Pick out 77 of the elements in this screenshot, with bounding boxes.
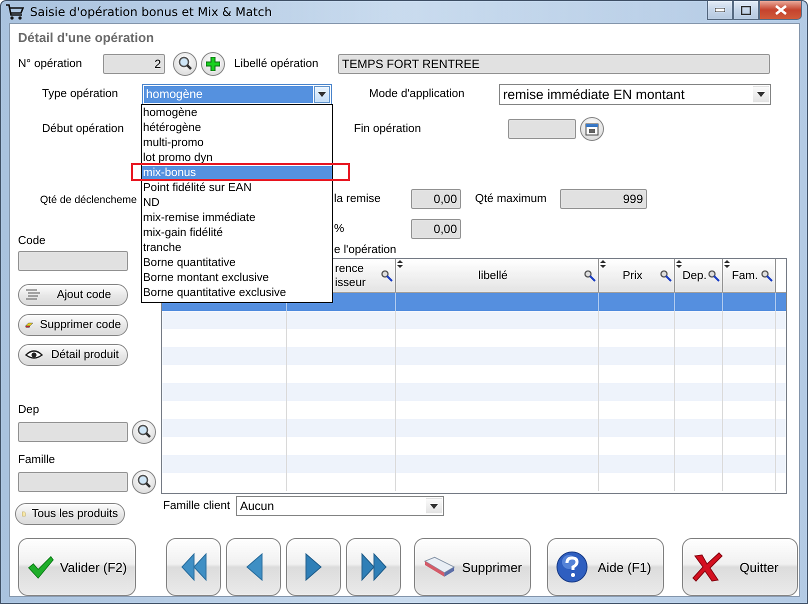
- input-field[interactable]: [18, 251, 128, 271]
- code-button[interactable]: Ajout code: [18, 284, 128, 306]
- navigation-button[interactable]: [166, 538, 221, 596]
- input-field[interactable]: 2: [103, 54, 165, 74]
- action-button[interactable]: Supprimer: [414, 538, 531, 596]
- navigation-button[interactable]: [226, 538, 281, 596]
- field-label: %: [334, 223, 346, 235]
- close-button[interactable]: [759, 1, 802, 20]
- input-field[interactable]: [18, 422, 128, 442]
- right-arrow-icon: [304, 552, 322, 582]
- field-label: Libellé opération: [234, 58, 320, 70]
- column-header[interactable]: Fam.: [723, 259, 776, 292]
- left-arrow-icon: [244, 552, 262, 582]
- column-header[interactable]: Dep.: [675, 259, 723, 292]
- field-label: Fin opération: [354, 123, 422, 135]
- maximize-icon: [741, 6, 751, 14]
- caret-icon: [318, 92, 326, 96]
- search-icon: [707, 269, 720, 282]
- field-label: Mode d'application: [369, 88, 466, 100]
- minimize-button[interactable]: [707, 1, 733, 20]
- caret-icon: [757, 92, 765, 96]
- column-header[interactable]: libellé: [396, 259, 599, 292]
- window-title: Saisie d'opération bonus et Mix & Match: [30, 5, 272, 19]
- section-heading: Détail d'une opération: [18, 30, 155, 46]
- search-button[interactable]: [132, 420, 156, 444]
- input-field[interactable]: 999: [560, 189, 647, 209]
- action-button[interactable]: Quitter: [682, 538, 798, 596]
- input-field[interactable]: 0,00: [411, 189, 461, 209]
- list-icon: [25, 289, 41, 301]
- calendar-button[interactable]: [580, 117, 604, 141]
- double-right-arrow-icon: [358, 552, 388, 582]
- plus-icon: [206, 57, 220, 71]
- code-button[interactable]: Supprimer code: [18, 314, 128, 336]
- all-products-button[interactable]: Tous les produits: [15, 503, 125, 525]
- field-label: Type opération: [42, 88, 120, 100]
- search-button[interactable]: [132, 470, 156, 494]
- double-left-arrow-icon: [178, 552, 208, 582]
- code-button[interactable]: Détail produit: [18, 344, 128, 366]
- field-label: la remise: [334, 193, 382, 205]
- mode-dropdown[interactable]: remise immédiate EN montant: [499, 84, 771, 104]
- caret-icon: [430, 504, 438, 508]
- search-icon: [136, 424, 152, 440]
- input-field[interactable]: [18, 472, 128, 492]
- search-icon: [659, 269, 672, 282]
- search-icon: [136, 474, 152, 490]
- cart-icon: [5, 3, 25, 21]
- field-label: Dep: [18, 404, 40, 418]
- search-icon: [583, 269, 596, 282]
- navigation-button[interactable]: [346, 538, 401, 596]
- table-title: e l'opération: [334, 244, 398, 258]
- help-icon: [556, 551, 588, 583]
- action-button[interactable]: Valider (F2): [18, 538, 136, 596]
- search-button[interactable]: [173, 52, 197, 76]
- search-icon: [380, 269, 393, 282]
- calendar-icon: [584, 122, 599, 136]
- client-family-dropdown[interactable]: Aucun: [236, 496, 444, 516]
- action-button[interactable]: Aide (F1): [547, 538, 664, 596]
- eraser-icon: [423, 555, 456, 579]
- field-label: N° opération: [18, 58, 84, 70]
- minimize-icon: [715, 8, 725, 12]
- input-field[interactable]: TEMPS FORT RENTREE: [338, 54, 770, 74]
- eye-icon: [25, 349, 43, 361]
- search-icon: [177, 56, 193, 72]
- add-button[interactable]: [201, 52, 225, 76]
- column-header[interactable]: Prix: [599, 259, 675, 292]
- date-field[interactable]: [508, 119, 576, 139]
- field-label: Famille: [18, 454, 56, 468]
- field-label: Famille client: [163, 500, 232, 512]
- input-field[interactable]: 0,00: [411, 219, 461, 239]
- field-label: Début opération: [42, 123, 124, 135]
- field-label: Qté maximum: [475, 193, 548, 205]
- field-label: Qté de déclencheme: [40, 194, 137, 208]
- cross-icon: [691, 552, 723, 582]
- navigation-button[interactable]: [286, 538, 341, 596]
- maximize-button[interactable]: [733, 1, 759, 20]
- close-icon: [774, 5, 786, 15]
- search-icon: [760, 269, 773, 282]
